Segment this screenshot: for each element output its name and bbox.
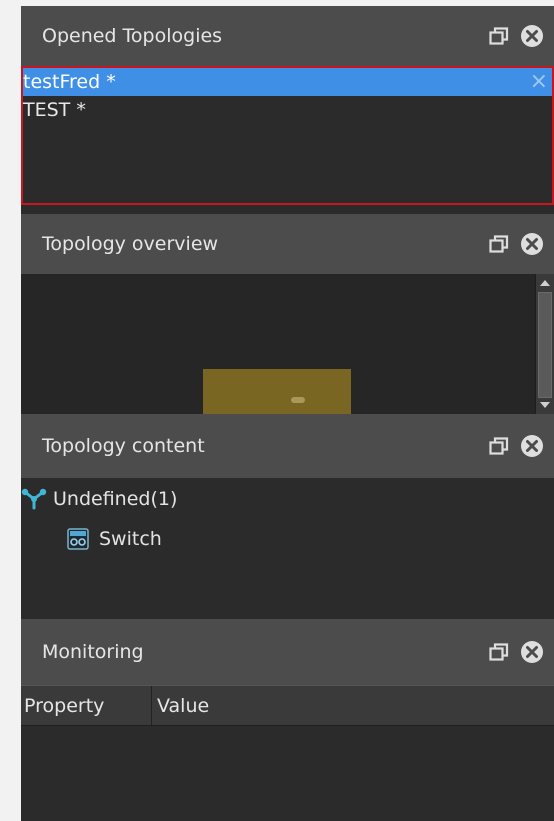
tree-item-label: Switch [99,528,162,550]
topology-content-header-controls [488,414,544,478]
topology-item-label: testFred * [23,71,116,93]
monitoring-body: Property Value [21,685,554,821]
monitoring-header[interactable]: Monitoring [21,619,554,685]
close-circle-icon[interactable] [520,232,544,256]
topology-content-body: Undefined(1) Switch [21,478,554,619]
close-circle-icon[interactable] [520,24,544,48]
column-header-label: Property [24,694,105,717]
topology-item-testfred[interactable]: testFred * × [23,68,552,96]
restore-window-icon[interactable] [488,233,510,255]
topology-content-title: Topology content [42,434,205,457]
close-tab-icon[interactable]: × [530,68,548,96]
opened-topologies-title: Opened Topologies [42,24,223,47]
opened-topologies-header-controls [488,6,544,66]
topology-node-icon [21,488,47,510]
restore-window-icon[interactable] [488,25,510,47]
overview-node-marker [291,397,305,403]
tree-item-switch[interactable]: Switch [67,522,162,556]
opened-topologies-header[interactable]: Opened Topologies [21,6,554,66]
topology-overview-title: Topology overview [42,232,219,255]
switch-icon [67,528,89,550]
overview-viewport-rect[interactable] [203,369,351,414]
tree-item-label: Undefined(1) [53,488,178,510]
close-circle-icon[interactable] [520,640,544,664]
opened-topologies-list: testFred * × TEST * [21,66,554,205]
topology-item-test[interactable]: TEST * [23,96,552,124]
monitoring-header-controls [488,619,544,685]
topology-overview-header[interactable]: Topology overview [21,214,554,274]
restore-window-icon[interactable] [488,435,510,457]
topology-content-header[interactable]: Topology content [21,414,554,478]
column-header-property[interactable]: Property [21,686,152,725]
dock-panel-area: Opened Topologies testFred * × TEST * To… [21,6,554,821]
topology-overview-header-controls [488,214,544,274]
tree-item-undefined[interactable]: Undefined(1) [21,482,177,516]
topology-overview-body [21,274,554,414]
monitoring-title: Monitoring [42,640,144,663]
scrollbar-thumb[interactable] [538,292,552,398]
close-circle-icon[interactable] [520,434,544,458]
scroll-down-icon[interactable] [536,398,554,412]
monitoring-table-header: Property Value [21,685,554,726]
topology-item-label: TEST * [23,99,86,121]
overview-vertical-scrollbar[interactable] [535,274,554,414]
restore-window-icon[interactable] [488,641,510,663]
overview-canvas[interactable] [21,274,535,414]
scroll-up-icon[interactable] [536,276,554,290]
column-header-value[interactable]: Value [152,686,554,725]
opened-topologies-body: testFred * × TEST * [21,66,554,214]
column-header-label: Value [157,694,210,717]
